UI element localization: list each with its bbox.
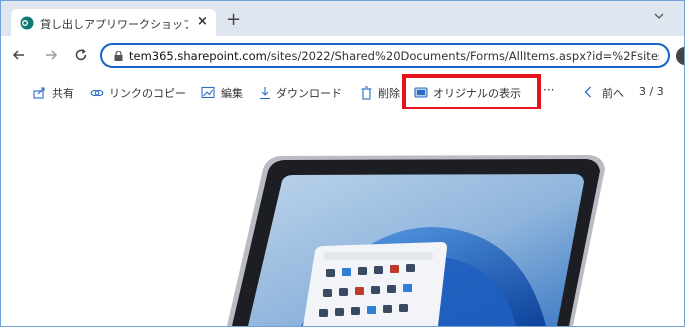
- url-path: /sites/2022/Shared%20Documents/Forms/All…: [266, 49, 659, 63]
- page-indicator: 3 / 3: [639, 85, 664, 98]
- back-arrow-icon[interactable]: [11, 47, 27, 63]
- tab-strip: 貸し出しアプリワークショップ2022 - × +: [1, 1, 684, 36]
- edit-label: 編集: [221, 87, 243, 100]
- file-preview: [1, 109, 684, 326]
- browser-window: 貸し出しアプリワークショップ2022 - × + tem365.sharepoi…: [0, 0, 685, 327]
- url-host: tem365.sharepoint.com: [129, 49, 267, 63]
- forward-arrow-icon[interactable]: [43, 47, 59, 63]
- more-icon[interactable]: ···: [543, 83, 554, 99]
- previous-label: 前へ: [602, 87, 624, 100]
- close-icon[interactable]: ×: [197, 14, 208, 30]
- plus-icon[interactable]: +: [226, 11, 241, 29]
- download-label: ダウンロード: [276, 87, 342, 100]
- address-bar-row: tem365.sharepoint.com/sites/2022/Shared%…: [1, 36, 684, 76]
- delete-label: 削除: [378, 87, 400, 100]
- chevron-down-icon[interactable]: [652, 9, 666, 23]
- command-bar: 共有 リンクのコピー 編集 ダウンロード 削除 オリジナルの表示 ··· 前へ …: [1, 76, 684, 109]
- link-icon: [90, 89, 104, 97]
- download-icon: [260, 87, 270, 100]
- highlight-box: [402, 74, 541, 111]
- tablet-preview-image: [227, 155, 605, 326]
- browser-tab[interactable]: 貸し出しアプリワークショップ2022 - ×: [11, 9, 216, 36]
- profile-avatar[interactable]: [676, 47, 684, 65]
- address-bar[interactable]: tem365.sharepoint.com/sites/2022/Shared%…: [100, 43, 670, 68]
- sharepoint-favicon-icon: [20, 16, 34, 30]
- trash-icon: [361, 86, 372, 100]
- lock-icon: [114, 51, 123, 61]
- edit-icon: [201, 86, 215, 99]
- chevron-left-icon: [584, 86, 591, 98]
- tab-title: 貸し出しアプリワークショップ2022 -: [40, 18, 188, 31]
- share-icon: [33, 87, 45, 99]
- url-text: tem365.sharepoint.com/sites/2022/Shared%…: [129, 49, 659, 63]
- reload-icon[interactable]: [73, 47, 89, 63]
- copy-link-label: リンクのコピー: [109, 87, 186, 100]
- share-label: 共有: [52, 87, 74, 100]
